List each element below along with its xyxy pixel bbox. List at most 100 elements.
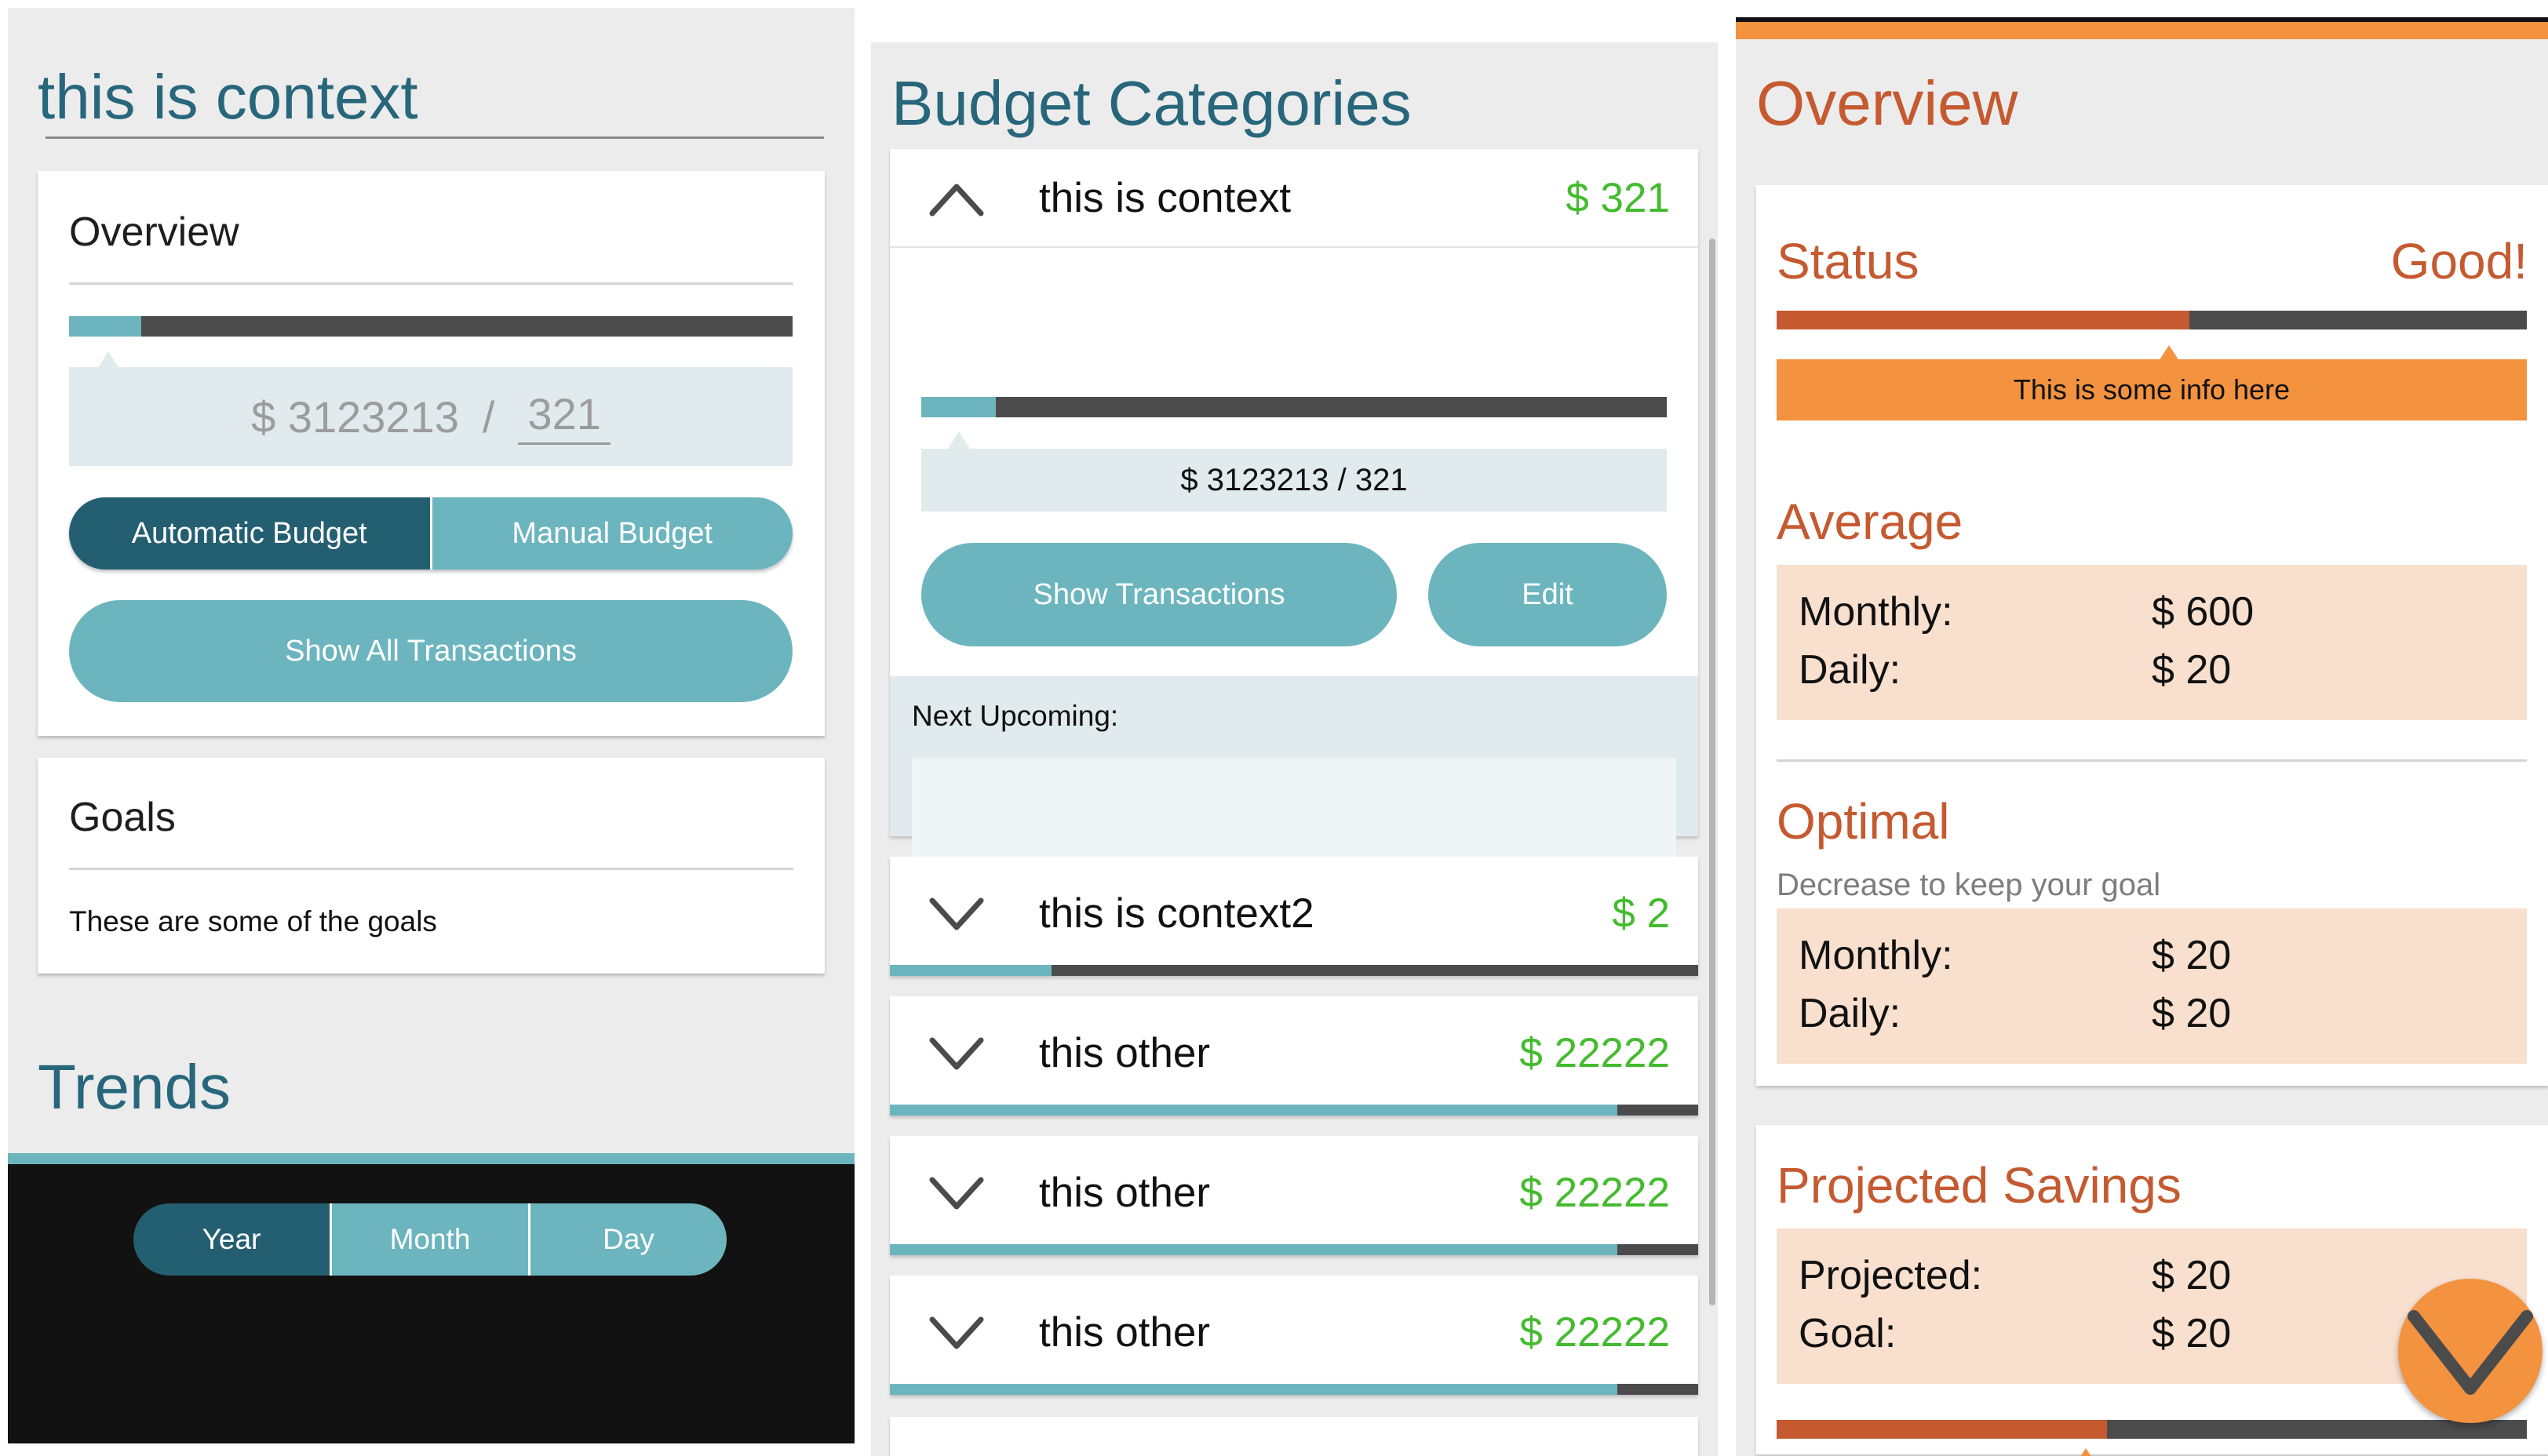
- budget-mode-toggle: Automatic Budget Manual Budget: [69, 497, 793, 570]
- overview-progress-bar: [69, 316, 793, 337]
- status-value: Good!: [2390, 233, 2528, 289]
- scroll-down-fab[interactable]: [2398, 1279, 2543, 1423]
- category-amount: $ 22222: [1519, 1309, 1670, 1356]
- budget-categories-panel: Budget Categories this is context $ 321 …: [871, 42, 1718, 1456]
- chevron-up-icon[interactable]: [928, 180, 986, 218]
- trends-chart-area: Year Month Day: [8, 1164, 855, 1443]
- category-progress-bar: [921, 397, 1667, 417]
- chevron-down-icon: [2408, 1310, 2533, 1395]
- goals-card: Goals These are some of the goals: [38, 758, 825, 974]
- optimal-subtitle: Decrease to keep your goal: [1777, 868, 2161, 902]
- trends-accent-line: [8, 1153, 855, 1164]
- average-daily-label: Daily:: [1799, 647, 1901, 693]
- chevron-down-icon[interactable]: [928, 1315, 986, 1352]
- overview-spent: $ 3123213: [251, 391, 459, 442]
- average-daily-value: $ 20: [2152, 647, 2232, 693]
- category-amount: $ 22222: [1519, 1170, 1670, 1216]
- category-card[interactable]: this is context2 $ 2: [890, 857, 1698, 976]
- average-values-box: Monthly: $ 600 Daily: $ 20: [1777, 565, 2527, 720]
- period-year-button[interactable]: Year: [133, 1203, 330, 1276]
- category-name: this is context2: [1039, 890, 1314, 937]
- category-card[interactable]: this other $ 22222: [890, 1276, 1698, 1395]
- category-progress-fill: [921, 397, 996, 417]
- average-optimal-card: Average Monthly: $ 600 Daily: $ 20 Optimal…: [1756, 461, 2548, 1086]
- category-amount: $ 321: [1566, 175, 1670, 221]
- budget-detail-panel: this is context Overview $ 3123213 / 321…: [8, 8, 855, 1443]
- category-progress-bar: [890, 965, 1698, 976]
- category-progress-fill: [890, 1244, 1617, 1255]
- projected-label: Projected:: [1799, 1253, 1983, 1298]
- progress-pointer: [948, 431, 970, 449]
- automatic-budget-button[interactable]: Automatic Budget: [69, 497, 430, 570]
- goal-row: Goal: $ 20: [1799, 1310, 2231, 1357]
- next-upcoming-label: Next Upcoming:: [912, 700, 1119, 732]
- projected-progress-fill: [1777, 1420, 2107, 1439]
- category-progress-fill: [890, 965, 1052, 976]
- category-card-expanded: this is context $ 321 $ 3123213 / 321 Sh…: [890, 149, 1698, 923]
- goal-value: $ 20: [2152, 1311, 2232, 1356]
- category-card[interactable]: this other $ 22222: [890, 996, 1698, 1116]
- overview-limit-input[interactable]: 321: [518, 388, 611, 445]
- goals-divider: [69, 868, 793, 870]
- category-card[interactable]: this other $ 22222: [890, 1136, 1698, 1255]
- overview-title: Overview: [1756, 68, 2018, 138]
- optimal-monthly-label: Monthly:: [1799, 933, 1953, 978]
- category-card-partial[interactable]: [890, 1417, 1698, 1456]
- overview-heading: Overview: [69, 209, 239, 255]
- average-monthly-label: Monthly:: [1799, 589, 1953, 635]
- category-progress-bar: [890, 1384, 1698, 1395]
- chevron-down-icon[interactable]: [928, 1175, 986, 1213]
- status-card: Status Good! This is some info here: [1756, 185, 2548, 461]
- projected-value: $ 20: [2152, 1253, 2232, 1298]
- progress-pointer: [97, 351, 119, 369]
- period-toggle: Year Month Day: [133, 1203, 727, 1276]
- status-info-box: This is some info here: [1777, 359, 2527, 420]
- category-progress-bar: [890, 1244, 1698, 1255]
- period-day-button[interactable]: Day: [528, 1203, 727, 1276]
- optimal-daily-value: $ 20: [2152, 991, 2232, 1036]
- overview-panel: Overview Status Good! This is some info …: [1736, 17, 2548, 1456]
- optimal-values-box: Monthly: $ 20 Daily: $ 20: [1777, 908, 2527, 1064]
- status-progress-fill: [1777, 311, 2189, 329]
- show-transactions-button[interactable]: Show Transactions: [921, 543, 1397, 646]
- top-accent-bar: [1736, 22, 2548, 39]
- average-monthly-value: $ 600: [2152, 589, 2255, 635]
- goals-heading: Goals: [69, 795, 176, 840]
- budget-categories-heading: Budget Categories: [891, 68, 1412, 138]
- category-name: this is context: [1039, 175, 1292, 221]
- projected-row: Projected: $ 20: [1799, 1252, 2231, 1299]
- chevron-down-icon[interactable]: [928, 896, 986, 934]
- category-amount-box: $ 3123213 / 321: [921, 449, 1667, 511]
- context-title: this is context: [38, 62, 418, 132]
- optimal-daily-row: Daily: $ 20: [1799, 990, 2231, 1037]
- scrollbar[interactable]: [1709, 238, 1715, 1305]
- status-progress-bar: [1777, 311, 2527, 329]
- edit-button[interactable]: Edit: [1428, 543, 1667, 646]
- overview-divider: [69, 282, 793, 285]
- category-name: this other: [1039, 1309, 1211, 1356]
- average-monthly-row: Monthly: $ 600: [1799, 588, 2254, 635]
- show-all-transactions-button[interactable]: Show All Transactions: [69, 600, 793, 702]
- category-progress-fill: [890, 1384, 1617, 1395]
- category-amount: $ 2: [1612, 890, 1670, 937]
- trends-heading: Trends: [38, 1052, 231, 1122]
- goal-label: Goal:: [1799, 1311, 1897, 1356]
- category-header[interactable]: this is context $ 321: [890, 149, 1698, 248]
- category-name: this other: [1039, 1030, 1211, 1076]
- status-label: Status: [1777, 233, 1919, 289]
- next-upcoming-section: Next Upcoming:: [890, 676, 1698, 923]
- optimal-heading: Optimal: [1777, 793, 1950, 850]
- goals-text: These are some of the goals: [69, 905, 437, 937]
- optimal-monthly-value: $ 20: [2152, 933, 2232, 978]
- category-name: this other: [1039, 1170, 1211, 1216]
- average-daily-row: Daily: $ 20: [1799, 646, 2231, 693]
- section-divider: [1777, 759, 2527, 762]
- overview-progress-fill: [69, 316, 142, 337]
- overview-separator: /: [482, 391, 495, 442]
- manual-budget-button[interactable]: Manual Budget: [429, 497, 793, 570]
- overview-amount-box: $ 3123213 / 321: [69, 367, 793, 466]
- category-amount: $ 22222: [1519, 1030, 1670, 1076]
- projected-pointer: [2076, 1448, 2096, 1456]
- chevron-down-icon[interactable]: [928, 1036, 986, 1073]
- period-month-button[interactable]: Month: [330, 1203, 528, 1276]
